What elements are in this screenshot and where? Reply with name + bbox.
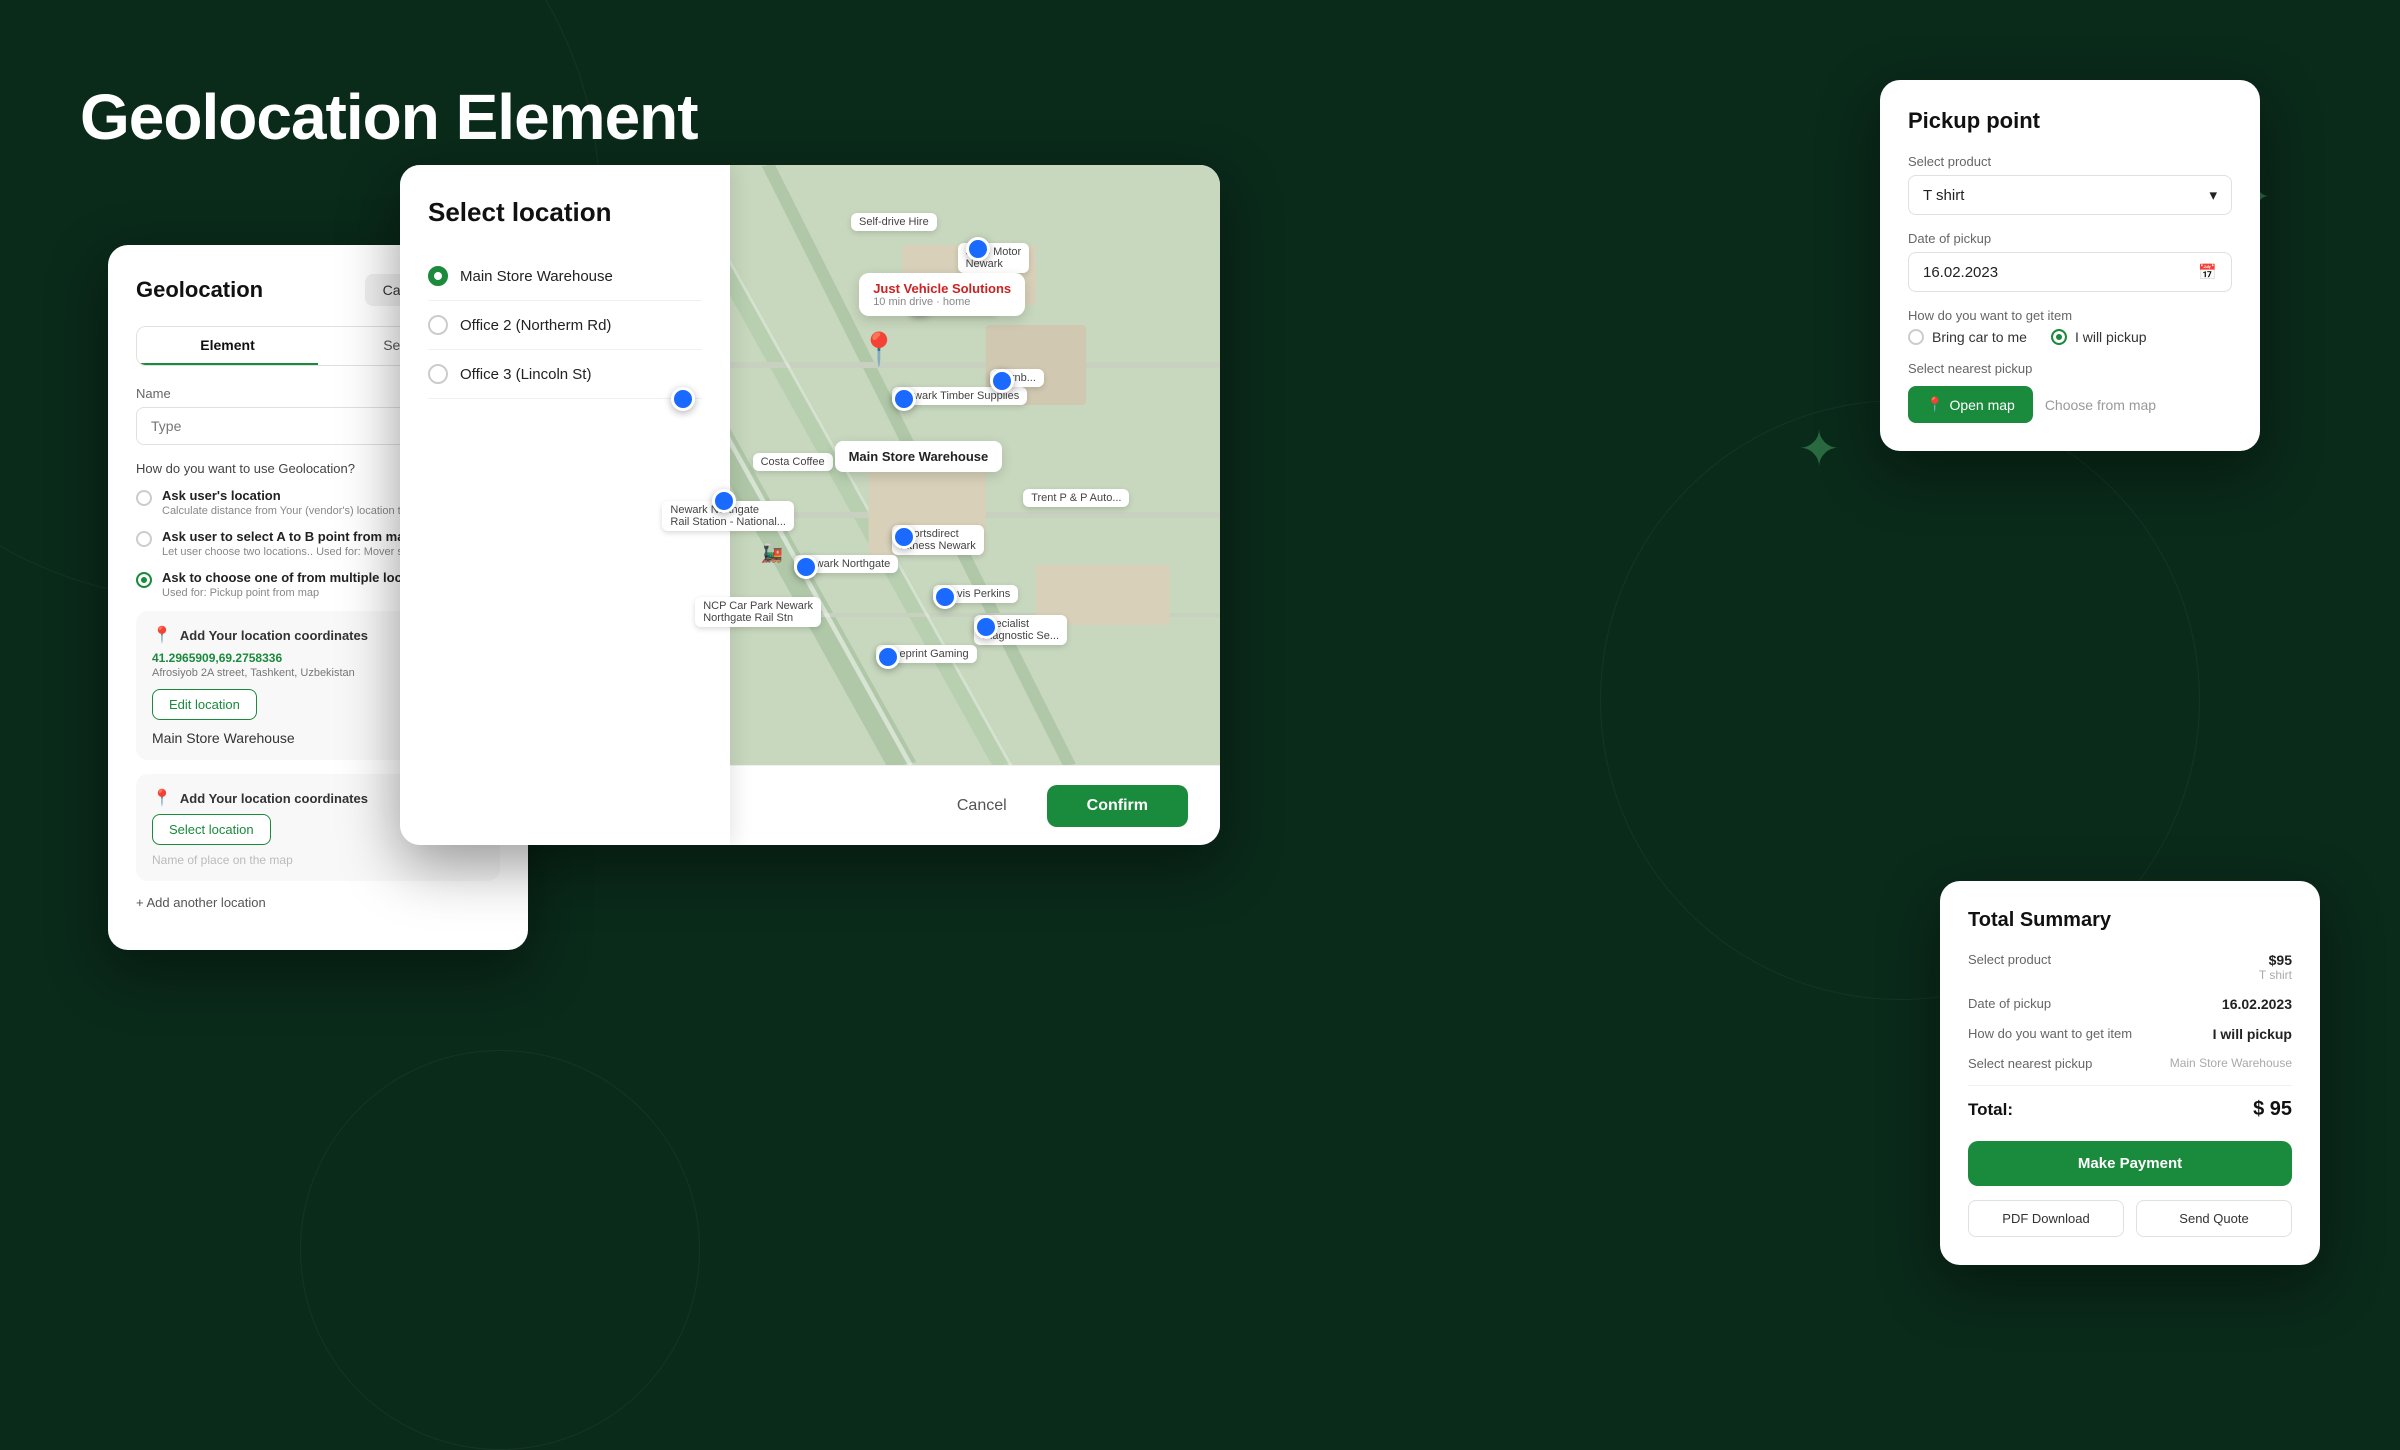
location-1-label: Add Your location coordinates bbox=[180, 628, 368, 643]
radio-dot-1 bbox=[136, 490, 152, 506]
summary-row-how: How do you want to get item I will picku… bbox=[1968, 1026, 2292, 1042]
map-marker-blueprint bbox=[876, 645, 900, 669]
deco-star-1: ✦ bbox=[1798, 420, 1840, 478]
summary-row-pickup: Select nearest pickup Main Store Warehou… bbox=[1968, 1056, 2292, 1071]
get-item-options: Bring car to me I will pickup bbox=[1908, 329, 2232, 345]
add-location-button[interactable]: + Add another location bbox=[136, 895, 500, 910]
location-2-label: Add Your location coordinates bbox=[180, 791, 368, 806]
pin-icon-1: 📍 bbox=[152, 625, 172, 645]
radio-dot-3 bbox=[136, 572, 152, 588]
summary-panel: Total Summary Select product $95 T shirt… bbox=[1940, 881, 2320, 1265]
map-marker-sportsdirect bbox=[892, 525, 916, 549]
summary-total-value: $ 95 bbox=[2253, 1098, 2292, 1121]
map-label-ncp: NCP Car Park NewarkNorthgate Rail Stn bbox=[695, 597, 821, 627]
date-value: 16.02.2023 bbox=[1923, 264, 1998, 281]
page-title: Geolocation Element bbox=[80, 80, 698, 154]
edit-location-button[interactable]: Edit location bbox=[152, 689, 257, 720]
option-label-3: Office 3 (Lincoln St) bbox=[460, 366, 591, 383]
pickup-panel: Pickup point Select product T shirt ▾ Da… bbox=[1880, 80, 2260, 451]
map-confirm-button[interactable]: Confirm bbox=[1047, 785, 1188, 827]
how-get-label: How do you want to get item bbox=[1908, 308, 2232, 323]
nearest-pickup-label: Select nearest pickup bbox=[1908, 361, 2232, 376]
select-location-button[interactable]: Select location bbox=[152, 814, 271, 845]
map-marker-smc bbox=[966, 237, 990, 261]
summary-divider bbox=[1968, 1085, 2292, 1086]
choose-from-map-button[interactable]: Choose from map bbox=[2045, 386, 2156, 423]
map-cancel-button[interactable]: Cancel bbox=[933, 785, 1031, 827]
map-pin-jvs: 📍 bbox=[859, 333, 899, 365]
product-value: T shirt bbox=[1923, 187, 1964, 204]
map-marker-local bbox=[671, 387, 695, 411]
summary-action-row: PDF Download Send Quote bbox=[1968, 1200, 2292, 1237]
option-3-sub: Used for: Pickup point from map bbox=[162, 587, 433, 599]
product-select[interactable]: T shirt ▾ bbox=[1908, 175, 2232, 215]
pdf-download-button[interactable]: PDF Download bbox=[1968, 1200, 2124, 1237]
location-option-1[interactable]: Main Store Warehouse bbox=[428, 252, 702, 301]
rail-symbol: 🚂 bbox=[761, 543, 783, 564]
radio-dot-2 bbox=[136, 531, 152, 547]
location-icon: 📍 bbox=[1926, 396, 1943, 413]
option-3-label: Ask to choose one of from multiple locat… bbox=[162, 570, 433, 585]
map-marker-specialist bbox=[974, 615, 998, 639]
make-payment-button[interactable]: Make Payment bbox=[1968, 1141, 2292, 1186]
pickup-title: Pickup point bbox=[1908, 108, 2232, 134]
open-map-button[interactable]: 📍 Open map bbox=[1908, 386, 2033, 423]
option-bring-car[interactable]: Bring car to me bbox=[1908, 329, 2027, 345]
tab-element[interactable]: Element bbox=[137, 327, 318, 365]
summary-pickup-label: Select nearest pickup bbox=[1968, 1056, 2092, 1071]
pin-icon-2: 📍 bbox=[152, 788, 172, 808]
bubble-detail: 10 min drive · home bbox=[873, 296, 1011, 308]
map-marker-northgate bbox=[712, 489, 736, 513]
summary-total-row: Total: $ 95 bbox=[1968, 1098, 2292, 1121]
pickup-map-buttons: 📍 Open map Choose from map bbox=[1908, 386, 2232, 423]
location-option-2[interactable]: Office 2 (Northerm Rd) bbox=[428, 301, 702, 350]
summary-product-label: Select product bbox=[1968, 952, 2051, 967]
summary-how-label: How do you want to get item bbox=[1968, 1026, 2132, 1041]
summary-product-sub: T shirt bbox=[2259, 968, 2292, 982]
product-label: Select product bbox=[1908, 154, 2232, 169]
map-label-trent: Trent P & P Auto... bbox=[1023, 489, 1129, 507]
date-label: Date of pickup bbox=[1908, 231, 2232, 246]
summary-date-label: Date of pickup bbox=[1968, 996, 2051, 1011]
calendar-icon: 📅 bbox=[2198, 263, 2217, 281]
date-field[interactable]: 16.02.2023 📅 bbox=[1908, 252, 2232, 292]
map-marker-travis bbox=[933, 585, 957, 609]
map-label-costa: Costa Coffee bbox=[753, 453, 833, 471]
bring-car-label: Bring car to me bbox=[1932, 329, 2027, 345]
map-info-bubble: Just Vehicle Solutions 10 min drive · ho… bbox=[859, 273, 1025, 316]
summary-title: Total Summary bbox=[1968, 909, 2292, 932]
location-option-3[interactable]: Office 3 (Lincoln St) bbox=[428, 350, 702, 399]
option-radio-1 bbox=[428, 266, 448, 286]
summary-total-label: Total: bbox=[1968, 1100, 2013, 1120]
send-quote-button[interactable]: Send Quote bbox=[2136, 1200, 2292, 1237]
radio-will-pickup bbox=[2051, 329, 2067, 345]
open-map-label: Open map bbox=[1949, 397, 2014, 413]
chevron-down-icon: ▾ bbox=[2209, 186, 2217, 204]
option-radio-3 bbox=[428, 364, 448, 384]
summary-row-product: Select product $95 T shirt bbox=[1968, 952, 2292, 982]
option-radio-2 bbox=[428, 315, 448, 335]
summary-row-date: Date of pickup 16.02.2023 bbox=[1968, 996, 2292, 1012]
map-label-self-drive: Self-drive Hire bbox=[851, 213, 937, 231]
will-pickup-label: I will pickup bbox=[2075, 329, 2147, 345]
select-location-title: Select location bbox=[428, 197, 702, 228]
map-marker-timber bbox=[892, 387, 916, 411]
map-marker-newark-northgate bbox=[794, 555, 818, 579]
option-label-2: Office 2 (Northerm Rd) bbox=[460, 317, 611, 334]
map-store-tooltip: Main Store Warehouse bbox=[835, 441, 1003, 472]
summary-date-value: 16.02.2023 bbox=[2222, 996, 2292, 1012]
option-will-pickup[interactable]: I will pickup bbox=[2051, 329, 2147, 345]
summary-product-value: $95 bbox=[2259, 952, 2292, 968]
summary-pickup-sub: Main Store Warehouse bbox=[2170, 1056, 2292, 1070]
radio-bring-car bbox=[1908, 329, 1924, 345]
option-label-1: Main Store Warehouse bbox=[460, 268, 613, 285]
summary-how-value: I will pickup bbox=[2213, 1026, 2292, 1042]
geo-panel-title: Geolocation bbox=[136, 277, 263, 303]
location-2-placeholder: Name of place on the map bbox=[152, 853, 484, 867]
map-panel: Self-drive Hire SMC MotorNewark Z Cars N… bbox=[400, 165, 1220, 845]
bubble-name: Just Vehicle Solutions bbox=[873, 281, 1011, 296]
